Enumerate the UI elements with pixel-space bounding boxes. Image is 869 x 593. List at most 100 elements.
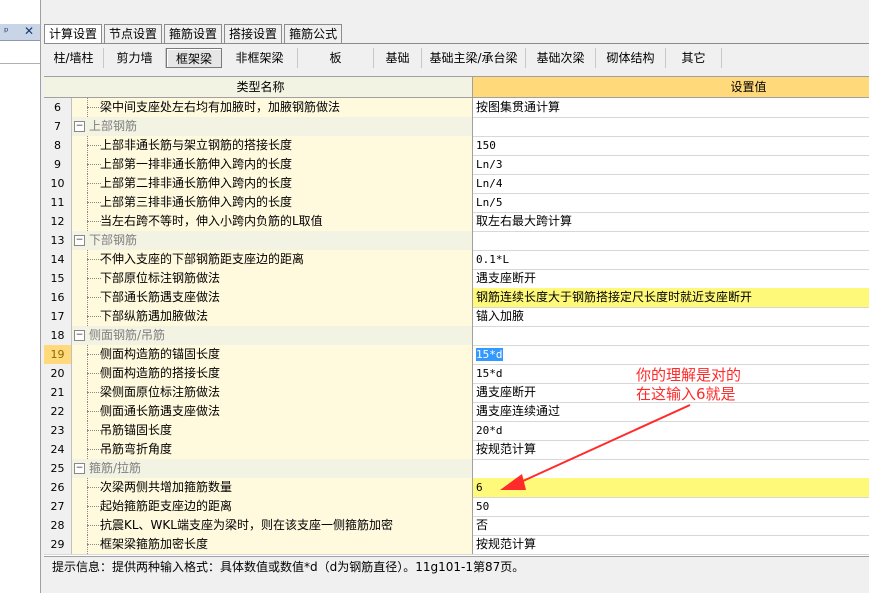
setting-value-cell[interactable]: 按规范计算 (473, 535, 869, 554)
table-row[interactable]: 28 抗震KL、WKL端支座为梁时，则在该支座一侧箍筋加密 否 (44, 516, 869, 536)
row-number[interactable]: 19 (44, 345, 72, 364)
table-row[interactable]: 8 上部非通长筋与架立钢筋的搭接长度 150 (44, 136, 869, 156)
setting-value-cell[interactable]: Ln/3 (473, 155, 869, 174)
table-row[interactable]: 19 侧面构造筋的锚固长度 15*d (44, 345, 869, 365)
column-header-value[interactable]: 设置值 (473, 77, 869, 97)
close-icon[interactable]: ✕ (24, 24, 34, 38)
setting-value-cell[interactable]: 50 (473, 497, 869, 516)
row-name-cell[interactable]: 当左右跨不等时，伸入小跨内负筋的L取值 (72, 212, 473, 231)
row-name-cell[interactable]: 吊筋锚固长度 (72, 421, 473, 440)
column-header-name[interactable]: 类型名称 (49, 77, 473, 97)
collapse-icon[interactable]: − (74, 235, 85, 246)
table-row[interactable]: 16 下部通长筋遇支座做法 钢筋连续长度大于钢筋搭接定尺长度时就近支座断开 (44, 288, 869, 308)
setting-value-cell[interactable] (473, 459, 869, 478)
top-tab-2[interactable]: 箍筋设置 (164, 24, 223, 43)
table-row[interactable]: 9 上部第一排非通长筋伸入跨内的长度 Ln/3 (44, 155, 869, 175)
group-row[interactable]: 25− 箍筋/拉筋 (44, 459, 869, 479)
table-row[interactable]: 23 吊筋锚固长度 20*d (44, 421, 869, 441)
sub-tab-6[interactable]: 基础主梁/承台梁 (422, 48, 526, 68)
top-tab-4[interactable]: 箍筋公式 (284, 24, 343, 43)
row-name-cell[interactable]: − 下部钢筋 (72, 231, 473, 250)
row-name-cell[interactable]: 起始箍筋距支座边的距离 (72, 497, 473, 516)
sub-tab-5[interactable]: 基础 (374, 48, 422, 68)
setting-value-cell[interactable]: 锚入加腋 (473, 307, 869, 326)
row-number[interactable]: 12 (44, 212, 72, 231)
sub-tab-9[interactable]: 其它 (666, 48, 722, 68)
row-name-cell[interactable]: − 箍筋/拉筋 (72, 459, 473, 478)
selected-value-text[interactable]: 15*d (476, 348, 503, 361)
row-number[interactable]: 9 (44, 155, 72, 174)
sub-tab-2[interactable]: 框架梁 (166, 48, 222, 68)
setting-value-cell[interactable]: Ln/4 (473, 174, 869, 193)
sub-tab-4[interactable]: 板 (298, 48, 374, 68)
row-number[interactable]: 7 (44, 117, 72, 136)
table-row[interactable]: 12 当左右跨不等时，伸入小跨内负筋的L取值 取左右最大跨计算 (44, 212, 869, 232)
setting-value-cell[interactable]: 钢筋连续长度大于钢筋搭接定尺长度时就近支座断开 (473, 288, 869, 307)
row-name-cell[interactable]: 侧面通长筋遇支座做法 (72, 402, 473, 421)
top-tab-0[interactable]: 计算设置 (44, 24, 103, 44)
row-number[interactable]: 17 (44, 307, 72, 326)
row-number[interactable]: 28 (44, 516, 72, 535)
row-name-cell[interactable]: 下部原位标注钢筋做法 (72, 269, 473, 288)
setting-value-cell[interactable]: 按规范计算 (473, 440, 869, 459)
collapse-icon[interactable]: − (74, 463, 85, 474)
setting-value-cell[interactable] (473, 117, 869, 136)
sub-tab-8[interactable]: 砌体结构 (596, 48, 666, 68)
table-row[interactable]: 24 吊筋弯折角度 按规范计算 (44, 440, 869, 460)
table-row[interactable]: 6 梁中间支座处左右均有加腋时，加腋钢筋做法 按图集贯通计算 (44, 98, 869, 118)
table-row[interactable]: 22 侧面通长筋遇支座做法 遇支座连续通过 (44, 402, 869, 422)
setting-value-cell[interactable]: 遇支座断开 (473, 269, 869, 288)
row-number[interactable]: 20 (44, 364, 72, 383)
setting-value-cell[interactable]: Ln/5 (473, 193, 869, 212)
row-number[interactable]: 6 (44, 98, 72, 117)
sub-tab-1[interactable]: 剪力墙 (104, 48, 166, 68)
table-row[interactable]: 20 侧面构造筋的搭接长度 15*d (44, 364, 869, 384)
sub-tab-7[interactable]: 基础次梁 (526, 48, 596, 68)
table-row[interactable]: 17 下部纵筋遇加腋做法 锚入加腋 (44, 307, 869, 327)
setting-value-cell[interactable] (473, 231, 869, 250)
row-name-cell[interactable]: 次梁两侧共增加箍筋数量 (72, 478, 473, 497)
table-row[interactable]: 21 梁侧面原位标注筋做法 遇支座断开 (44, 383, 869, 403)
row-name-cell[interactable]: 抗震KL、WKL端支座为梁时，则在该支座一侧箍筋加密 (72, 516, 473, 535)
row-number[interactable]: 14 (44, 250, 72, 269)
setting-value-cell[interactable]: 否 (473, 516, 869, 535)
row-name-cell[interactable]: 下部通长筋遇支座做法 (72, 288, 473, 307)
setting-value-cell[interactable]: 150 (473, 136, 869, 155)
row-number[interactable]: 8 (44, 136, 72, 155)
row-name-cell[interactable]: 侧面构造筋的锚固长度 (72, 345, 473, 364)
setting-value-cell[interactable]: 0.1*L (473, 250, 869, 269)
collapse-icon[interactable]: − (74, 330, 85, 341)
setting-value-cell[interactable] (473, 326, 869, 345)
row-name-cell[interactable]: 侧面构造筋的搭接长度 (72, 364, 473, 383)
row-number[interactable]: 13 (44, 231, 72, 250)
sub-tab-3[interactable]: 非框架梁 (222, 48, 298, 68)
row-number[interactable]: 11 (44, 193, 72, 212)
top-tab-1[interactable]: 节点设置 (104, 24, 163, 43)
row-name-cell[interactable]: 上部第一排非通长筋伸入跨内的长度 (72, 155, 473, 174)
row-number[interactable]: 25 (44, 459, 72, 478)
row-number[interactable]: 24 (44, 440, 72, 459)
row-name-cell[interactable]: 梁侧面原位标注筋做法 (72, 383, 473, 402)
row-number[interactable]: 10 (44, 174, 72, 193)
table-row[interactable]: 10 上部第二排非通长筋伸入跨内的长度 Ln/4 (44, 174, 869, 194)
row-name-cell[interactable]: 下部纵筋遇加腋做法 (72, 307, 473, 326)
row-number[interactable]: 26 (44, 478, 72, 497)
table-row[interactable]: 29 框架梁箍筋加密长度 按规范计算 (44, 535, 869, 555)
group-row[interactable]: 13− 下部钢筋 (44, 231, 869, 251)
row-name-cell[interactable]: 吊筋弯折角度 (72, 440, 473, 459)
row-number[interactable]: 18 (44, 326, 72, 345)
row-name-cell[interactable]: 框架梁箍筋加密长度 (72, 535, 473, 554)
setting-value-cell[interactable]: 6 (473, 478, 869, 497)
row-number[interactable]: 16 (44, 288, 72, 307)
row-number[interactable]: 23 (44, 421, 72, 440)
top-tab-3[interactable]: 搭接设置 (224, 24, 283, 43)
collapse-icon[interactable]: − (74, 121, 85, 132)
setting-value-cell[interactable]: 遇支座连续通过 (473, 402, 869, 421)
table-row[interactable]: 15 下部原位标注钢筋做法 遇支座断开 (44, 269, 869, 289)
row-number[interactable]: 29 (44, 535, 72, 554)
group-row[interactable]: 7− 上部钢筋 (44, 117, 869, 137)
table-row[interactable]: 14 不伸入支座的下部钢筋距支座边的距离 0.1*L (44, 250, 869, 270)
row-name-cell[interactable]: 不伸入支座的下部钢筋距支座边的距离 (72, 250, 473, 269)
row-name-cell[interactable]: 上部非通长筋与架立钢筋的搭接长度 (72, 136, 473, 155)
setting-value-cell[interactable]: 取左右最大跨计算 (473, 212, 869, 231)
